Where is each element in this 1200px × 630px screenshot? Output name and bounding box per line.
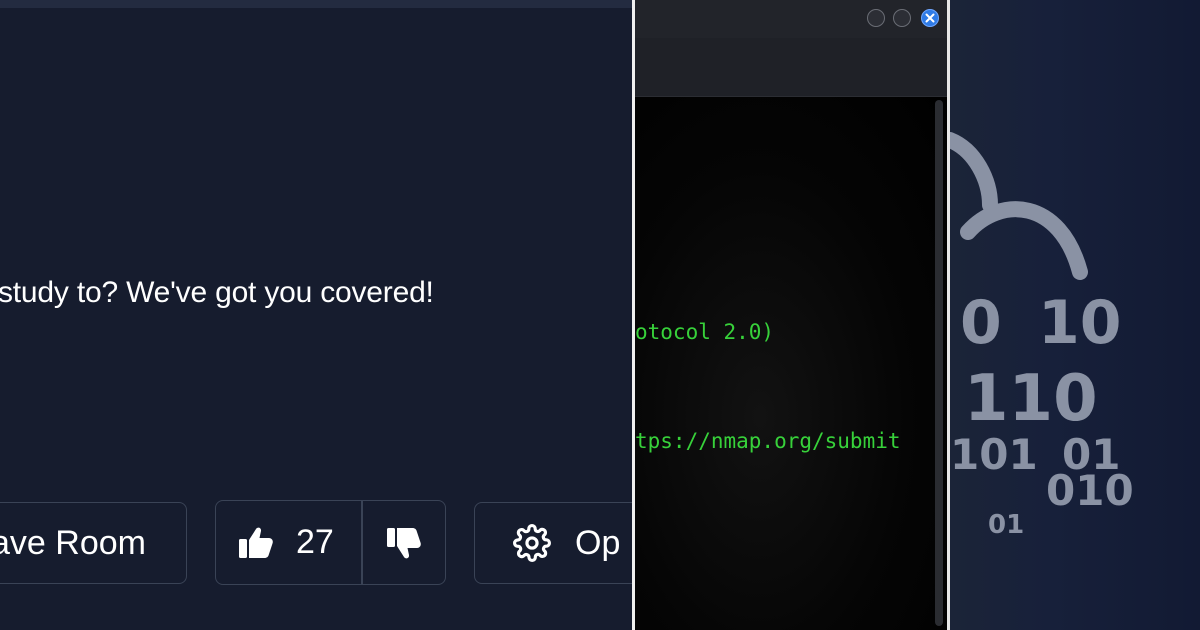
binary-digits: 010 bbox=[1046, 466, 1134, 515]
close-icon bbox=[925, 13, 935, 23]
terminal-scrollbar[interactable] bbox=[935, 100, 943, 626]
binary-digits: 01 bbox=[988, 510, 1025, 540]
maximize-button[interactable] bbox=[893, 9, 911, 27]
binary-digits: 101 bbox=[950, 430, 1038, 479]
upvote-count: 27 bbox=[296, 523, 334, 561]
terminal-titlebar[interactable] bbox=[635, 0, 947, 38]
options-button[interactable]: Op bbox=[474, 502, 632, 584]
terminal-window: otocol 2.0) tps://nmap.org/submit bbox=[632, 0, 950, 630]
terminal-output[interactable]: otocol 2.0) tps://nmap.org/submit bbox=[635, 97, 947, 630]
upvote-button[interactable]: 27 bbox=[216, 501, 361, 584]
room-panel: study to? We've got you covered! ave Roo… bbox=[0, 0, 632, 630]
top-bar bbox=[0, 0, 632, 8]
leave-room-label: ave Room bbox=[0, 523, 146, 562]
binary-digits: 0 bbox=[960, 288, 1002, 358]
gear-icon bbox=[513, 524, 551, 562]
thumbs-down-icon bbox=[386, 526, 422, 560]
decorative-artwork: 0 10 110 101 01 010 01 bbox=[950, 0, 1200, 630]
terminal-line-protocol: otocol 2.0) bbox=[635, 320, 775, 344]
options-label: Op bbox=[575, 523, 621, 562]
binary-digits: 10 bbox=[1038, 288, 1122, 358]
binary-digits: 110 bbox=[964, 362, 1098, 436]
downvote-button[interactable] bbox=[363, 501, 446, 584]
vote-group: 27 bbox=[215, 500, 446, 585]
terminal-line-url: tps://nmap.org/submit bbox=[635, 429, 901, 453]
terminal-toolbar bbox=[635, 38, 947, 97]
leave-room-button[interactable]: ave Room bbox=[0, 502, 187, 584]
room-description: study to? We've got you covered! bbox=[0, 276, 434, 309]
close-button[interactable] bbox=[921, 9, 939, 27]
thumbs-up-icon bbox=[238, 526, 274, 560]
minimize-button[interactable] bbox=[867, 9, 885, 27]
